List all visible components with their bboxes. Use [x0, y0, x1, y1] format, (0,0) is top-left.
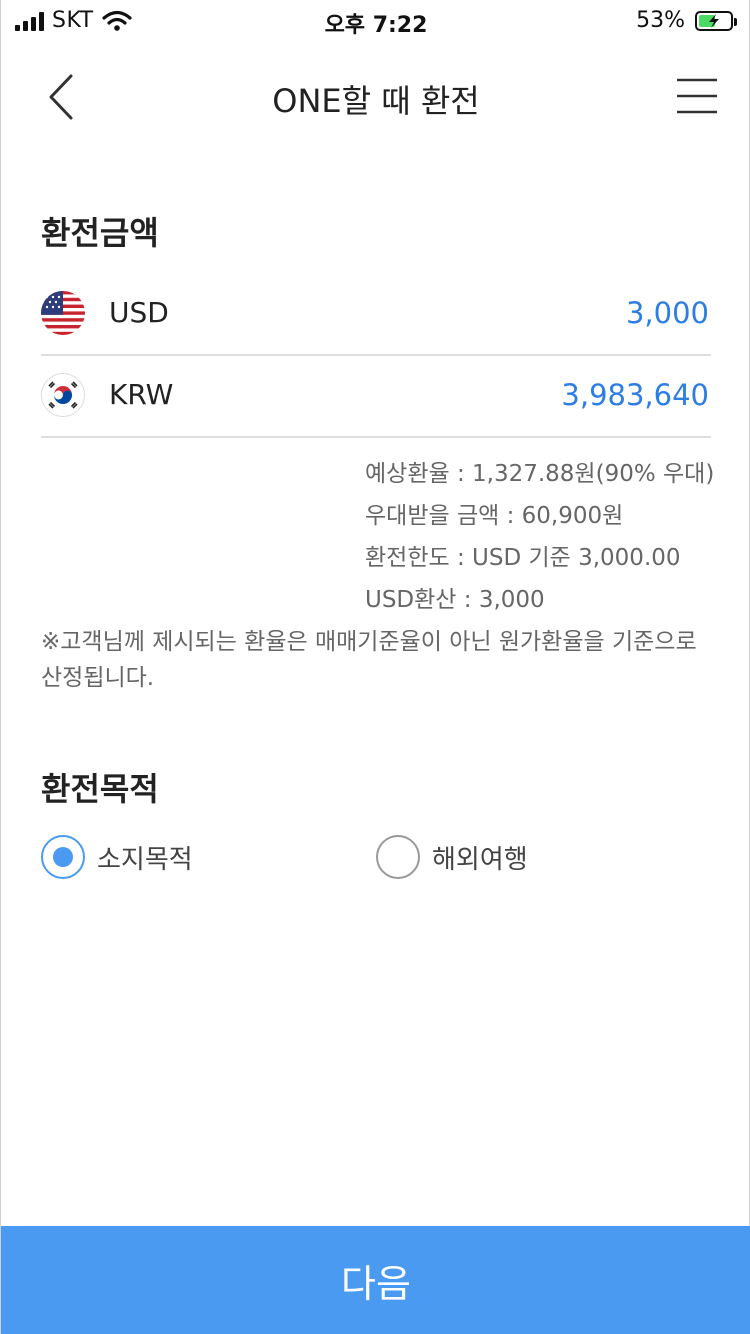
- currency-amount-input[interactable]: 3,000: [626, 296, 709, 330]
- page-title: ONE할 때 환전: [272, 82, 480, 120]
- radio-checked-icon[interactable]: [41, 835, 85, 879]
- radio-option-overseas-travel[interactable]: 해외여행: [376, 834, 528, 880]
- preferential-amount-text: 우대받을 금액 : 60,900원: [365, 503, 624, 529]
- currency-code: KRW: [109, 378, 174, 411]
- next-button[interactable]: 다음: [1, 1226, 750, 1334]
- battery-percent: 53%: [636, 8, 685, 33]
- kr-flag-icon: [41, 373, 85, 417]
- expected-rate-text: 예상환율 : 1,327.88원(90% 우대): [365, 461, 715, 487]
- hamburger-menu-icon: [677, 78, 717, 114]
- currency-amount-input[interactable]: 3,983,640: [561, 378, 709, 412]
- us-flag-icon: [41, 291, 85, 335]
- menu-button[interactable]: [673, 70, 721, 126]
- status-right: 53%: [636, 8, 737, 33]
- radio-label: 소지목적: [97, 844, 193, 875]
- currency-code: USD: [109, 296, 169, 329]
- rate-notice-text: ※고객님께 제시되는 환율은 매매기준율이 아닌 원가환율을 기준으로 산정됩니…: [41, 629, 697, 691]
- currency-row-usd[interactable]: USD 3,000: [41, 274, 711, 356]
- currency-row-krw[interactable]: KRW 3,983,640: [41, 356, 711, 438]
- charging-bolt-icon: [709, 13, 719, 28]
- exchange-amount-title: 환전금액: [41, 214, 159, 252]
- radio-option-holding[interactable]: 소지목적: [41, 834, 193, 880]
- status-bar: SKT 오후 7:22 53%: [1, 0, 750, 42]
- battery-icon: [695, 10, 737, 31]
- exchange-limit-text: 환전한도 : USD 기준 3,000.00: [365, 545, 681, 571]
- exchange-purpose-title: 환전목적: [41, 770, 159, 808]
- radio-label: 해외여행: [432, 844, 528, 875]
- app-screen: SKT 오후 7:22 53% ONE할 때 환전 환전금액 USD 3,000…: [0, 0, 750, 1334]
- radio-unchecked-icon[interactable]: [376, 835, 420, 879]
- top-nav: ONE할 때 환전: [1, 50, 750, 146]
- usd-converted-text: USD환산 : 3,000: [365, 587, 545, 613]
